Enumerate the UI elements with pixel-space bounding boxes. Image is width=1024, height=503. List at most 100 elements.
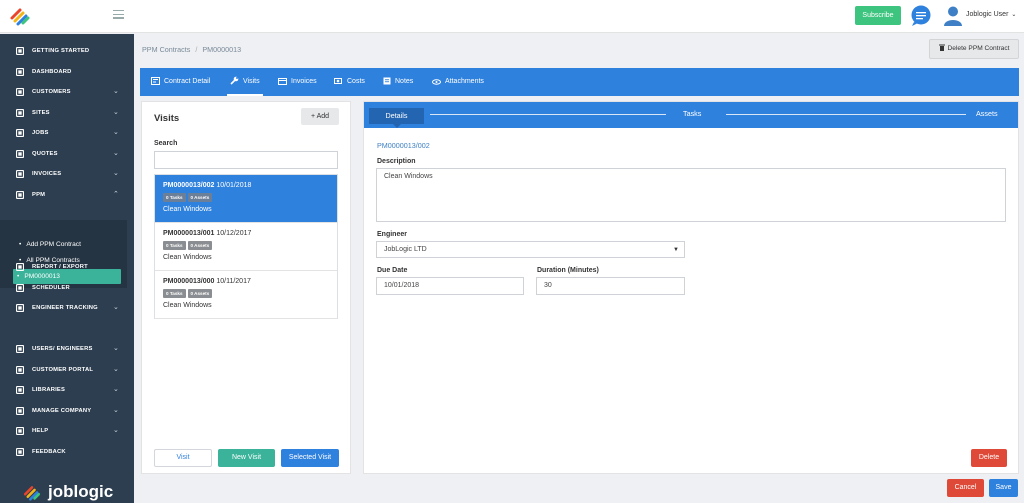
visit-date: 10/01/2018 [216,182,252,189]
sidebar-item-dashboard[interactable]: DASHBOARD [0,62,134,82]
sidebar-item-help[interactable]: HELP ⌄ [0,421,134,441]
breadcrumb-separator: / [195,45,198,54]
visit-button[interactable]: Visit [154,449,212,467]
library-icon [15,385,25,395]
delete-visit-button[interactable]: Delete [971,449,1007,467]
invoice-icon [15,169,25,179]
chevron-down-icon: ⌄ [113,407,120,414]
save-button[interactable]: Save [989,479,1018,497]
user-menu[interactable]: Joblogic User ⌄ [966,11,1016,18]
breadcrumb-link-ppm-contracts[interactable]: PPM Contracts [142,45,190,54]
visit-reference: PM0000013/002 [377,141,430,150]
building-icon [15,108,25,118]
menu-toggle-icon[interactable] [113,10,124,19]
search-input[interactable] [154,151,338,169]
visits-title: Visits [154,113,180,124]
visit-list-item[interactable]: PM0000013/002 10/01/2018 0 Tasks 0 Assets… [155,175,337,223]
engineer-select[interactable]: JobLogic LTD ▼ [376,241,685,258]
tab-invoices[interactable]: Invoices [278,68,317,96]
engineer-label: Engineer [377,231,407,238]
delete-ppm-contract-label: Delete PPM Contract [947,45,1010,52]
step-details[interactable]: Details [369,108,424,128]
tab-notes[interactable]: Notes [383,68,413,96]
costs-icon [334,78,342,84]
breadcrumb-current: PM0000013 [202,45,242,54]
add-visit-button[interactable]: + Add [301,108,339,125]
sidebar-item-label: QUOTES [32,151,58,157]
visit-id: PM0000013/000 [163,278,215,285]
sidebar-item-label: GETTING STARTED [32,48,90,54]
visit-list-item[interactable]: PM0000013/000 10/11/2017 0 Tasks 0 Assets… [155,271,337,319]
step-tasks[interactable]: Tasks [683,109,701,118]
sidebar-item-ppm[interactable]: PPM ⌃ [0,185,134,205]
new-visit-button[interactable]: New Visit [218,449,275,467]
selected-visit-button[interactable]: Selected Visit [281,449,339,467]
document-icon [15,149,25,159]
sidebar-item-users-engineers[interactable]: USERS/ ENGINEERS ⌄ [0,339,134,359]
sidebar-item-label: REPORT / EXPORT [32,264,88,270]
chat-icon[interactable] [909,5,933,27]
delete-ppm-contract-button[interactable]: Delete PPM Contract [929,39,1019,59]
rocket-icon [15,46,25,56]
sidebar-item-label: USERS/ ENGINEERS [32,346,93,352]
visit-date: 10/12/2017 [216,230,252,237]
visit-list-item[interactable]: PM0000013/001 10/12/2017 0 Tasks 0 Assets… [155,223,337,271]
visit-date: 10/11/2017 [216,278,251,285]
sidebar-item-manage-company[interactable]: MANAGE COMPANY ⌄ [0,401,134,421]
subscribe-button[interactable]: Subscribe [855,6,901,25]
sidebar-item-label: HELP [32,428,49,434]
sidebar-item-engineer-tracking[interactable]: ENGINEER TRACKING ⌄ [0,298,134,318]
tab-attachments[interactable]: Attachments [432,68,484,96]
sidebar-item-customer-portal[interactable]: CUSTOMER PORTAL ⌄ [0,360,134,380]
sidebar-item-report-export[interactable]: REPORT / EXPORT [0,257,134,277]
chevron-down-icon: ⌄ [113,170,120,177]
due-date-field[interactable]: 10/01/2018 [376,277,524,295]
sidebar-item-label: LIBRARIES [32,387,66,393]
chevron-down-icon: ⌄ [113,150,120,157]
sidebar-item-quotes[interactable]: QUOTES ⌄ [0,144,134,164]
sidebar-item-label: JOBS [32,130,49,136]
sidebar-item-scheduler[interactable]: SCHEDULER [0,278,134,298]
contract-icon [151,77,160,85]
sidebar-item-customers[interactable]: CUSTOMERS ⌄ [0,82,134,102]
trash-icon [938,44,945,51]
sidebar-item-sites[interactable]: SITES ⌄ [0,103,134,123]
manage-icon [15,406,25,416]
sidebar-item-jobs[interactable]: JOBS ⌄ [0,123,134,143]
engineer-value: JobLogic LTD [384,246,427,253]
sidebar-item-getting-started[interactable]: GETTING STARTED [0,41,134,61]
attachment-icon [432,79,441,85]
wrench-icon [230,76,239,85]
breadcrumb: PPM Contracts / PM0000013 [142,45,241,54]
step-connector [726,114,966,115]
tab-visits[interactable]: Visits [227,68,263,96]
sidebar-item-libraries[interactable]: LIBRARIES ⌄ [0,380,134,400]
chevron-down-icon: ⌄ [1011,12,1017,18]
joblogic-logo-icon[interactable] [9,6,31,26]
visit-id: PM0000013/001 [163,230,215,237]
duration-field[interactable]: 30 [536,277,685,295]
headset-icon [15,365,25,375]
invoice-icon [278,78,287,85]
wrench-icon [15,128,25,138]
user-avatar-icon[interactable] [943,5,963,26]
step-assets[interactable]: Assets [976,109,998,118]
tab-contract-detail-label: Contract Detail [164,78,211,85]
tab-costs[interactable]: Costs [334,68,365,96]
sidebar-item-invoices[interactable]: INVOICES ⌄ [0,164,134,184]
visit-description: Clean Windows [163,302,212,309]
sidebar-subitem-add-ppm-contract[interactable]: Add PPM Contract [19,241,81,248]
chevron-down-icon: ⌄ [113,304,120,311]
chevron-down-icon: ⌄ [113,427,120,434]
cancel-button[interactable]: Cancel [947,479,984,497]
tasks-badge: 0 Tasks [163,289,186,298]
tab-contract-detail[interactable]: Contract Detail [151,68,210,96]
dashboard-icon [15,67,25,77]
sidebar-item-label: CUSTOMER PORTAL [32,367,94,373]
contract-tabs: Contract Detail Visits Invoices Costs No… [140,68,1019,96]
sidebar-item-label: FEEDBACK [32,449,66,455]
description-field[interactable]: Clean Windows [376,168,1006,222]
description-label: Description [377,158,416,165]
tab-costs-label: Costs [347,78,365,85]
sidebar-item-feedback[interactable]: FEEDBACK [0,442,134,462]
